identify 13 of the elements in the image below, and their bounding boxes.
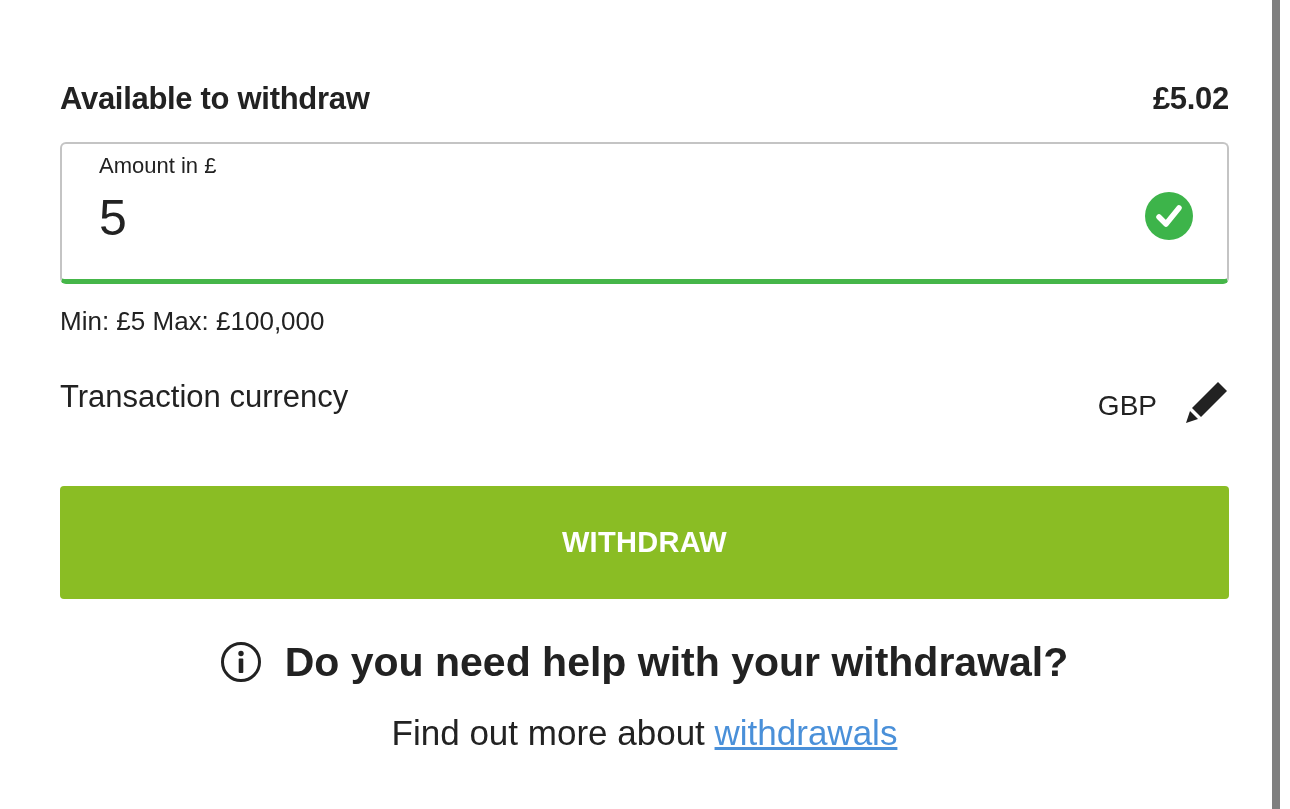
amount-field[interactable]: Amount in £ 5: [60, 142, 1229, 284]
limits-text: Min: £5 Max: £100,000: [60, 306, 325, 336]
currency-label: Transaction currency: [60, 378, 349, 416]
help-heading: Do you need help with your withdrawal?: [284, 639, 1069, 685]
scrollbar[interactable]: [1272, 0, 1280, 809]
balance-label: Available to withdraw: [60, 80, 370, 118]
pencil-icon[interactable]: [1185, 380, 1229, 424]
amount-label: Amount in £: [99, 152, 217, 180]
balance-amount: £5.02: [1152, 80, 1229, 118]
info-icon: [220, 642, 261, 682]
amount-input[interactable]: 5: [99, 190, 191, 246]
help-text: Find out more about withdrawals: [391, 713, 898, 753]
currency-value: GBP: [1097, 389, 1157, 423]
